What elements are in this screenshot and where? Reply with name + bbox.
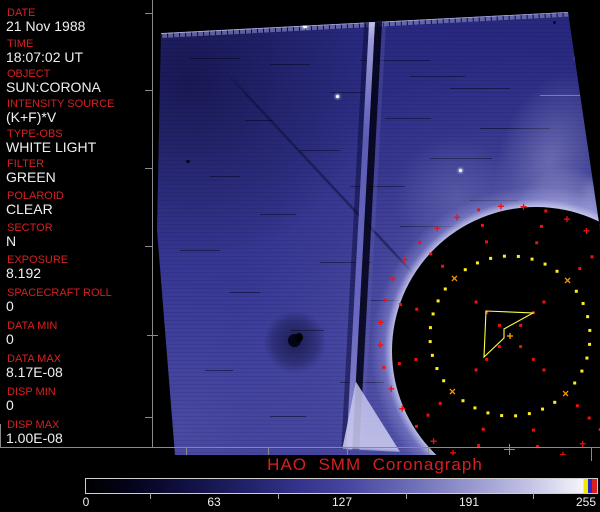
y-axis-tick (145, 168, 152, 169)
colorbar-tick (533, 493, 534, 499)
field-value: SUN:CORONA (6, 79, 101, 95)
field-value: 0 (6, 397, 14, 413)
region-polygon (483, 310, 535, 359)
colorbar-tick-label: 191 (458, 495, 480, 509)
field-value: 8.17E-08 (6, 364, 63, 380)
colorbar-tick-label: 255 (575, 495, 597, 509)
y-axis-tick (145, 246, 152, 247)
field-value: 21 Nov 1988 (6, 18, 86, 34)
field-value: 8.192 (6, 265, 42, 281)
x-axis-line (0, 447, 600, 448)
field-value: GREEN (6, 169, 56, 185)
coronagraph-image-canvas[interactable] (150, 0, 600, 455)
x-axis-tick (186, 448, 187, 455)
colorbar-tick (406, 493, 407, 499)
colorbar-tick-label: 63 (207, 495, 221, 509)
field-value: WHITE LIGHT (6, 139, 97, 155)
x-axis-tick (347, 448, 348, 455)
x-axis-plus (509, 444, 510, 455)
field-label: DATA MIN (7, 320, 58, 332)
y-axis-tick (145, 13, 152, 14)
field-value: 0 (6, 298, 14, 314)
x-axis-tick (428, 448, 429, 455)
field-value: (K+F)*V (6, 109, 57, 125)
field-value: N (6, 233, 17, 249)
field-value: 1.00E-08 (6, 430, 63, 446)
colorbar-tick (278, 493, 279, 499)
y-axis-line (152, 0, 153, 447)
y-axis-tick (145, 90, 152, 91)
colorbar-tick (150, 493, 151, 499)
coronagraph-viewer-window: DATE 21 Nov 1988 TIME 18:07:02 UT OBJECT SUN:… (0, 0, 600, 512)
intensity-colorbar (85, 478, 598, 494)
field-label: DISP MIN (7, 386, 56, 398)
colorbar-tick-label: 127 (331, 495, 353, 509)
field-value: CLEAR (6, 201, 53, 217)
colorbar-tick-label: 0 (82, 495, 90, 509)
y-axis-plus (152, 330, 153, 341)
image-title: HAO SMM Coronagraph (267, 455, 483, 474)
y-axis-tick (145, 417, 152, 418)
field-label: SPACECRAFT ROLL (7, 287, 112, 299)
fiducial-overlay (377, 203, 600, 455)
field-value: 0 (6, 331, 14, 347)
field-value: 18:07:02 UT (6, 49, 84, 65)
x-axis-tick (268, 448, 269, 455)
metadata-panel: DATE 21 Nov 1988 TIME 18:07:02 UT OBJECT SUN:… (0, 0, 150, 447)
frame-left-edge (0, 424, 1, 447)
